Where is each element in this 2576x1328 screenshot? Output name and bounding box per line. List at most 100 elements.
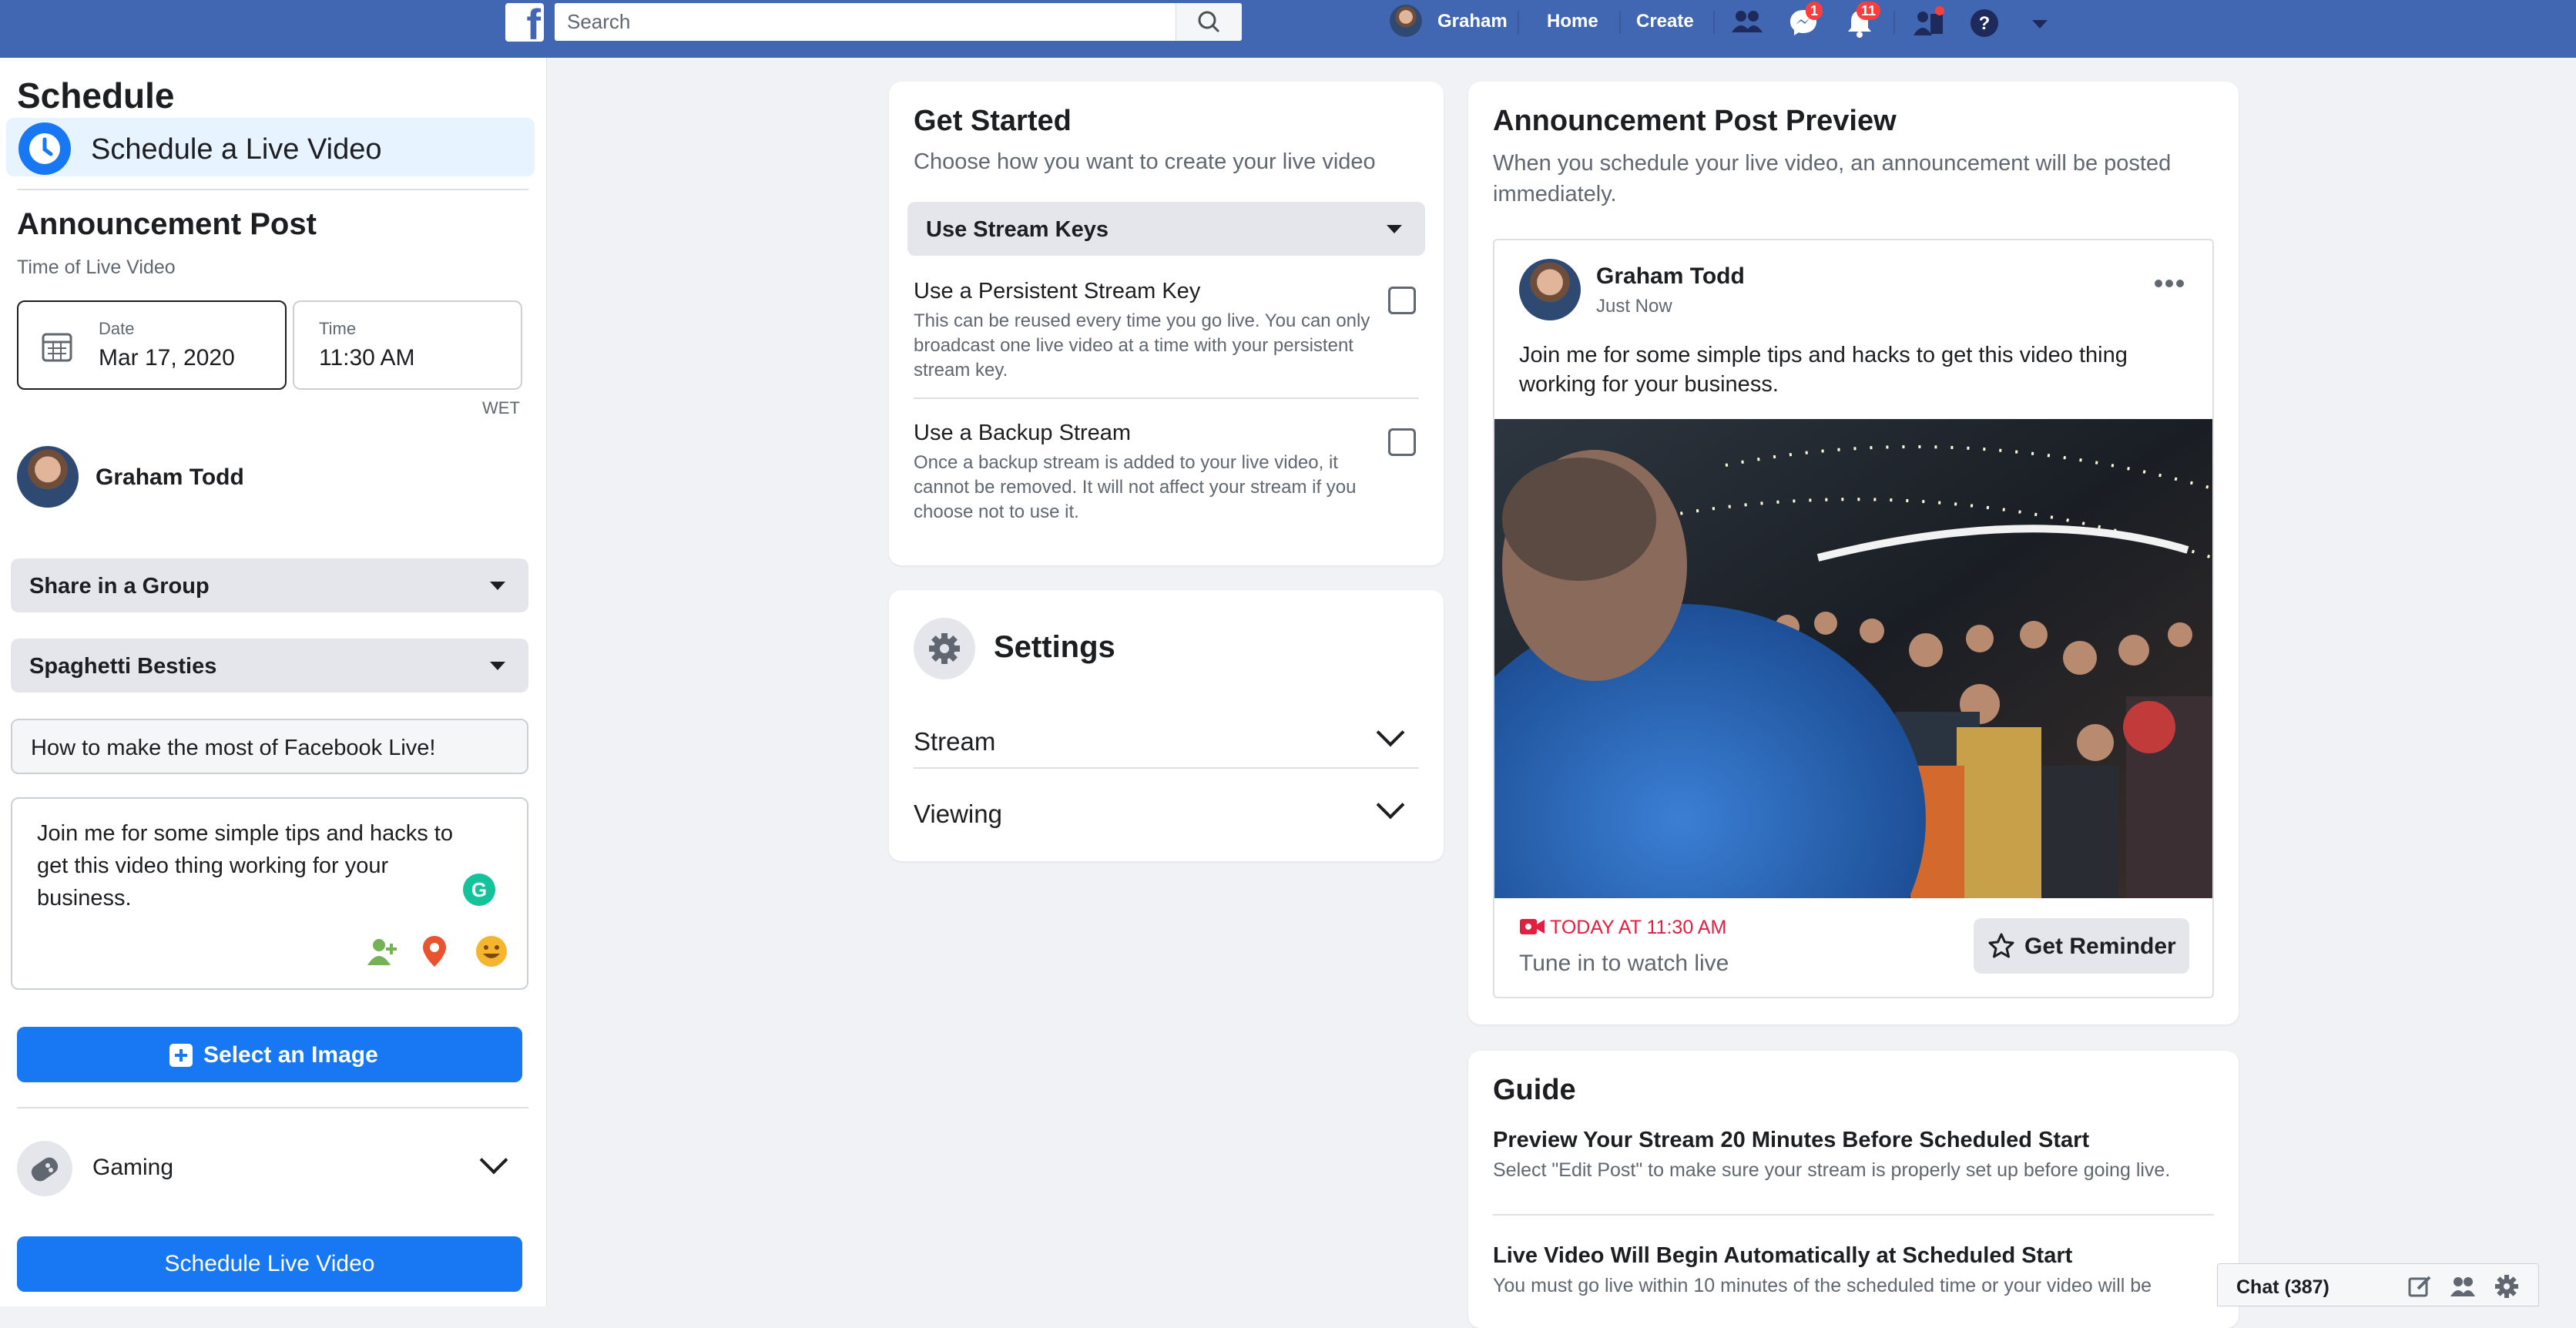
add-photo-icon <box>169 1044 193 1067</box>
post-preview-subtitle: When you schedule your live video, an an… <box>1493 151 2172 206</box>
select-image-button[interactable]: Select an Image <box>17 1027 522 1082</box>
contacts-icon[interactable] <box>2449 1273 2477 1299</box>
chevron-down-icon <box>1376 790 1405 820</box>
time-of-live-video-label: Time of Live Video <box>17 257 176 278</box>
guide-item: Preview Your Stream 20 Minutes Before Sc… <box>1493 1128 2214 1182</box>
date-field[interactable]: Date Mar 17, 2020 <box>17 300 287 390</box>
guide-title: Guide <box>1493 1074 1576 1106</box>
search-input[interactable] <box>555 3 1171 41</box>
post-preview: Graham Todd Just Now Join me for some si… <box>1493 239 2214 998</box>
chevron-down-icon <box>479 1145 508 1175</box>
category-selector[interactable]: Gaming <box>11 1136 528 1198</box>
get-reminder-label: Get Reminder <box>2024 934 2176 959</box>
guide-item-title: Live Video Will Begin Automatically at S… <box>1493 1243 2073 1268</box>
post-text: Join me for some simple tips and hacks t… <box>1519 343 2128 397</box>
schedule-live-video-label: Schedule a Live Video <box>91 133 382 166</box>
settings-item-viewing[interactable]: Viewing <box>914 784 1419 853</box>
persistent-stream-key-option[interactable]: Use a Persistent Stream Key This can be … <box>914 279 1407 383</box>
svg-text:?: ? <box>1979 13 1991 34</box>
post-preview-title: Announcement Post Preview <box>1493 105 1897 137</box>
option-description: This can be reused every time you go liv… <box>914 310 1370 381</box>
stream-method-value: Use Stream Keys <box>926 217 1109 242</box>
search-button[interactable] <box>1176 3 1242 41</box>
category-label: Gaming <box>92 1155 174 1180</box>
post-author-name[interactable]: Graham Todd <box>1596 263 1745 290</box>
announcement-post-heading: Announcement Post <box>17 207 317 241</box>
nav-divider <box>1893 11 1895 34</box>
live-video-camera-icon <box>1520 919 1545 934</box>
timezone-label: WET <box>482 398 520 418</box>
date-value: Mar 17, 2020 <box>99 345 235 371</box>
select-image-label: Select an Image <box>203 1042 378 1068</box>
schedule-sidebar: Schedule Schedule a Live Video Announcem… <box>0 58 547 1306</box>
time-value: 11:30 AM <box>319 345 415 371</box>
divider <box>914 767 1419 769</box>
messages-badge: 1 <box>1806 2 1823 20</box>
video-title-value: How to make the most of Facebook Live! <box>31 736 436 760</box>
account-menu-chevron-icon[interactable] <box>2032 20 2048 29</box>
settings-item-stream[interactable]: Stream <box>914 706 1419 775</box>
nav-create-link[interactable]: Create <box>1636 11 1694 32</box>
dropdown-caret-icon <box>490 662 505 670</box>
share-destination-value: Share in a Group <box>29 574 210 599</box>
chat-settings-gear-icon[interactable] <box>2494 1273 2520 1299</box>
group-dropdown[interactable]: Spaghetti Besties <box>11 639 528 693</box>
more-options-icon[interactable] <box>2154 279 2185 288</box>
location-pin-icon[interactable] <box>421 934 448 968</box>
schedule-live-video-button[interactable]: Schedule Live Video <box>17 1236 522 1292</box>
gear-icon <box>914 618 975 679</box>
chat-bar[interactable]: Chat (387) <box>2217 1263 2539 1306</box>
new-message-icon[interactable] <box>2407 1273 2433 1299</box>
persistent-stream-key-checkbox[interactable] <box>1388 287 1416 314</box>
date-label: Date <box>99 319 135 338</box>
post-preview-card: Announcement Post Preview When you sched… <box>1468 82 2239 1025</box>
nav-profile-link[interactable]: Graham <box>1437 11 1508 32</box>
user-name: Graham Todd <box>96 464 244 490</box>
post-timestamp: Just Now <box>1596 296 1672 317</box>
guide-item: Live Video Will Begin Automatically at S… <box>1493 1243 2214 1297</box>
help-icon[interactable]: ? <box>1969 8 2000 39</box>
time-field[interactable]: Time 11:30 AM <box>293 300 522 390</box>
group-value: Spaghetti Besties <box>29 654 217 679</box>
description-text: Join me for some simple tips and hacks t… <box>37 821 453 910</box>
divider <box>17 1107 528 1108</box>
guide-item-title: Preview Your Stream 20 Minutes Before Sc… <box>1493 1128 2090 1152</box>
schedule-live-video-item[interactable]: Schedule a Live Video <box>6 118 535 176</box>
divider <box>1493 1214 2214 1216</box>
facebook-logo-icon[interactable]: f <box>505 3 544 46</box>
feeling-emoji-icon[interactable] <box>475 934 508 968</box>
search-icon <box>1198 11 1220 33</box>
tag-people-icon[interactable] <box>365 936 399 967</box>
profile-avatar[interactable] <box>1390 5 1422 37</box>
svg-text:G: G <box>471 878 487 901</box>
grammarly-icon[interactable]: G <box>462 873 496 907</box>
guide-card: Guide Preview Your Stream 20 Minutes Bef… <box>1468 1051 2239 1328</box>
guide-item-description: You must go live within 10 minutes of th… <box>1493 1275 2152 1296</box>
live-start-time: TODAY AT 11:30 AM <box>1550 917 1727 938</box>
dropdown-caret-icon <box>1387 225 1402 233</box>
settings-title: Settings <box>994 630 1115 664</box>
nav-divider <box>1619 11 1621 34</box>
quick-help-people-icon[interactable] <box>1912 6 1946 39</box>
nav-divider <box>1713 11 1715 34</box>
guide-item-description: Select "Edit Post" to make sure your str… <box>1493 1159 2171 1181</box>
description-textarea[interactable]: Join me for some simple tips and hacks t… <box>11 797 528 990</box>
get-reminder-button[interactable]: Get Reminder <box>1974 918 2189 974</box>
user-avatar <box>17 446 79 508</box>
friend-requests-icon[interactable] <box>1730 8 1764 35</box>
settings-card: Settings Stream Viewing <box>889 590 1444 861</box>
clock-icon <box>18 122 71 175</box>
event-photo <box>1494 419 2212 898</box>
nav-divider <box>1518 11 1519 34</box>
backup-stream-checkbox[interactable] <box>1388 428 1416 456</box>
divider <box>17 189 528 190</box>
video-title-input[interactable]: How to make the most of Facebook Live! <box>11 719 528 774</box>
chat-label: Chat (387) <box>2236 1276 2329 1298</box>
divider <box>914 397 1419 399</box>
backup-stream-option[interactable]: Use a Backup Stream Once a backup stream… <box>914 421 1407 525</box>
stream-method-dropdown[interactable]: Use Stream Keys <box>907 202 1425 256</box>
gamepad-icon <box>17 1141 72 1196</box>
share-destination-dropdown[interactable]: Share in a Group <box>11 558 528 612</box>
get-started-card: Get Started Choose how you want to creat… <box>889 82 1444 565</box>
nav-home-link[interactable]: Home <box>1547 11 1598 32</box>
